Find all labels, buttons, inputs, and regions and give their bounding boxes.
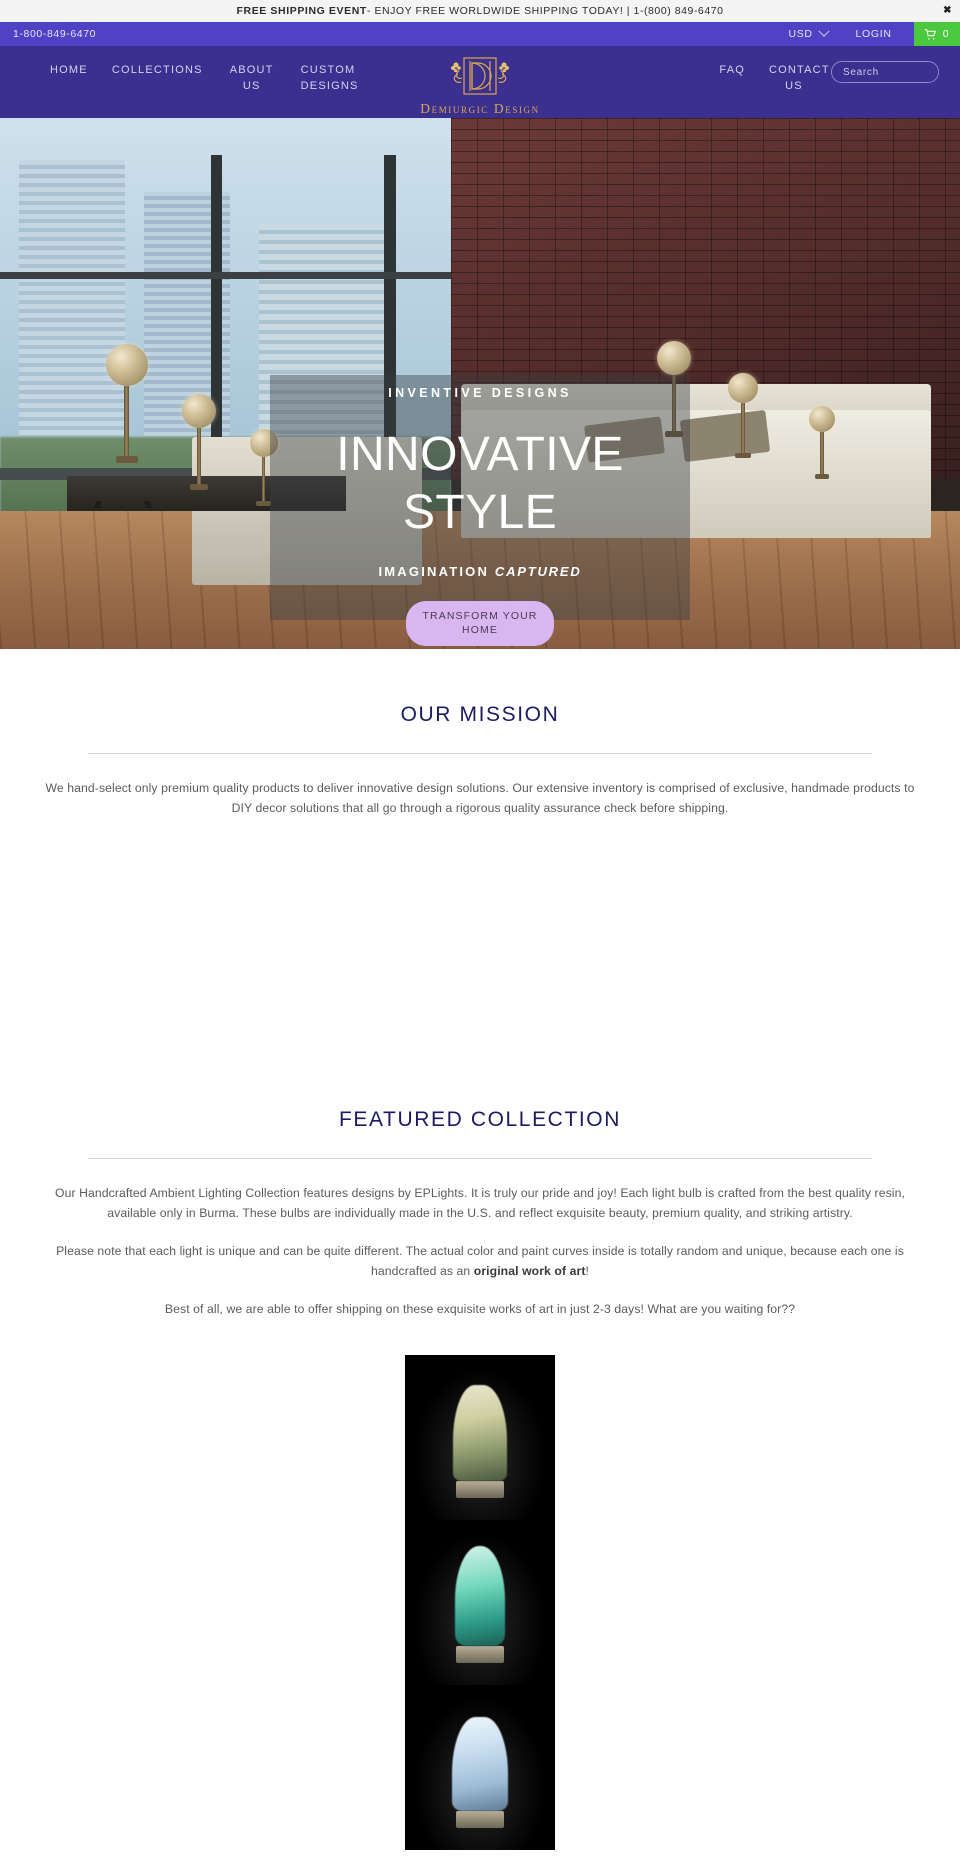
announcement-bar: FREE SHIPPING EVENT- ENJOY FREE WORLDWID… <box>0 0 960 22</box>
hero-banner: INVENTIVE DESIGNS INNOVATIVE STYLE IMAGI… <box>0 118 960 649</box>
chevron-down-icon <box>817 25 830 37</box>
utility-right-group: USD LOGIN 0 <box>783 22 960 46</box>
nav-item-contact-us[interactable]: CONTACT US <box>757 58 831 98</box>
hero-subtitle-normal: IMAGINATION <box>378 564 495 579</box>
nav-item-collections[interactable]: COLLECTIONS <box>100 58 215 82</box>
mission-body: We hand-select only premium quality prod… <box>45 781 915 815</box>
search-box[interactable] <box>831 61 960 83</box>
nav-item-about-us[interactable]: ABOUT US <box>215 58 289 98</box>
featured-paragraph-1: Our Handcrafted Ambient Lighting Collect… <box>55 1186 905 1220</box>
logo-monogram-icon <box>365 52 595 100</box>
product-image-1[interactable] <box>405 1355 555 1520</box>
product-image-stack <box>405 1355 555 1850</box>
hero-subtitle: IMAGINATION CAPTURED <box>0 564 960 579</box>
hero-title-line-2: STYLE <box>402 486 558 539</box>
transform-your-home-button[interactable]: TRANSFORM YOUR HOME <box>406 601 554 646</box>
mission-section: OUR MISSION We hand-select only premium … <box>0 649 960 1054</box>
main-navigation: HOME COLLECTIONS ABOUT US CUSTOM DESIGNS <box>0 46 960 126</box>
utility-bar: 1-800-849-6470 USD LOGIN 0 <box>0 22 960 46</box>
mission-title: OUR MISSION <box>400 703 560 726</box>
product-image-2[interactable] <box>405 1520 555 1685</box>
page-root: FREE SHIPPING EVENT- ENJOY FREE WORLDWID… <box>0 0 960 1850</box>
nav-links-right: FAQ CONTACT US <box>707 58 960 98</box>
product-image-3[interactable] <box>405 1685 555 1850</box>
featured-section: FEATURED COLLECTION Our Handcrafted Ambi… <box>0 1054 960 1850</box>
nav-links-left: HOME COLLECTIONS ABOUT US CUSTOM DESIGNS <box>38 58 363 98</box>
mission-spacer <box>24 818 936 1054</box>
featured-title: FEATURED COLLECTION <box>338 1108 622 1131</box>
featured-paragraph-3: Best of all, we are able to offer shippi… <box>164 1302 796 1316</box>
announcement-strong: FREE SHIPPING EVENT <box>236 5 367 17</box>
search-input[interactable] <box>843 66 960 78</box>
phone-number[interactable]: 1-800-849-6470 <box>13 28 96 40</box>
hero-eyebrow: INVENTIVE DESIGNS <box>388 386 572 400</box>
hero-title: INNOVATIVE STYLE <box>0 426 960 542</box>
featured-p2-bold: original work of art <box>473 1264 586 1278</box>
hero-content: INVENTIVE DESIGNS INNOVATIVE STYLE IMAGI… <box>0 386 960 646</box>
login-link[interactable]: LOGIN <box>834 28 914 40</box>
featured-paragraph-2: Please note that each light is unique an… <box>40 1241 920 1281</box>
cart-button[interactable]: 0 <box>913 22 960 46</box>
hero-title-line-1: INNOVATIVE <box>336 428 624 481</box>
nav-item-faq[interactable]: FAQ <box>707 58 757 82</box>
close-icon[interactable]: ✖ <box>943 6 952 16</box>
currency-label: USD <box>788 28 813 40</box>
nav-item-home[interactable]: HOME <box>38 58 100 82</box>
site-logo[interactable]: Demiurgic Design IMAGINATION CAPTURED <box>365 52 595 126</box>
logo-wordmark: Demiurgic Design <box>420 101 540 116</box>
currency-selector[interactable]: USD <box>783 25 834 40</box>
shopping-cart-icon <box>924 28 937 41</box>
cart-count: 0 <box>942 28 949 40</box>
nav-item-custom-designs[interactable]: CUSTOM DESIGNS <box>289 58 363 98</box>
announcement-text: FREE SHIPPING EVENT- ENJOY FREE WORLDWID… <box>237 5 724 17</box>
featured-p2-after: ! <box>585 1264 589 1278</box>
hero-subtitle-italic: CAPTURED <box>494 564 582 579</box>
announcement-rest: - ENJOY FREE WORLDWIDE SHIPPING TODAY! |… <box>366 5 724 17</box>
